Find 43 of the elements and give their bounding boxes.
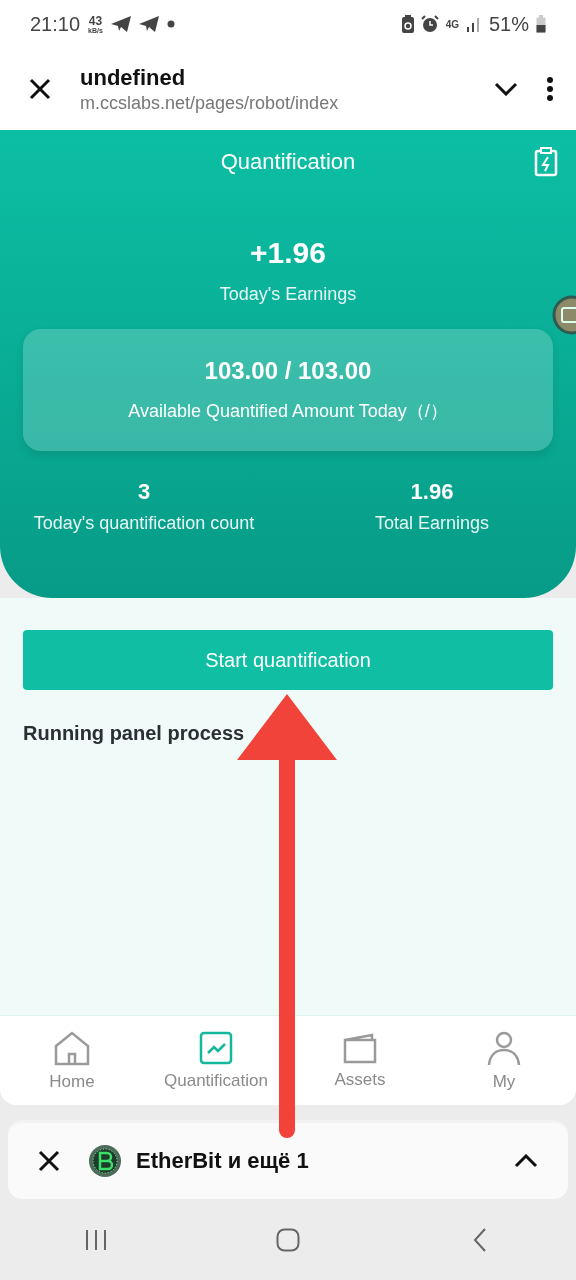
clock-time: 21:10 bbox=[30, 12, 81, 36]
section-title: Running panel process bbox=[23, 722, 246, 745]
battery-icon bbox=[536, 15, 546, 33]
start-quantification-button[interactable]: Start quantification bbox=[23, 630, 553, 690]
person-icon bbox=[486, 1029, 522, 1066]
close-icon[interactable] bbox=[28, 77, 52, 101]
stat-label: Today's quantification count bbox=[33, 513, 255, 534]
page-url: m.ccslabs.net/pages/robot/index bbox=[80, 92, 340, 114]
recycle-battery-icon bbox=[401, 15, 414, 33]
page-title: undefined bbox=[80, 64, 187, 91]
alarm-clock-icon bbox=[420, 15, 439, 33]
chevron-down-icon[interactable] bbox=[494, 82, 518, 96]
coin-logo-icon bbox=[88, 1144, 122, 1178]
earnings-value: +1.96 bbox=[249, 236, 327, 270]
nav-tab[interactable]: Quantification bbox=[164, 1016, 268, 1105]
stat-value: 3 bbox=[137, 479, 151, 505]
paper-plane-icon bbox=[110, 16, 131, 32]
notification-text: EtherBit и ещё 1 bbox=[88, 1144, 486, 1178]
home-button-icon[interactable] bbox=[276, 1227, 300, 1252]
chart-icon bbox=[199, 1030, 233, 1065]
nav-tab[interactable]: Home bbox=[49, 1016, 95, 1105]
nav-tab[interactable]: My bbox=[486, 1016, 522, 1105]
network-speed: 43 bbox=[88, 14, 103, 27]
nav-tab[interactable]: Assets bbox=[334, 1016, 386, 1105]
network-type: 4G bbox=[445, 18, 459, 30]
signal-icon bbox=[465, 16, 482, 32]
amount-value: 103.00 / 103.00 bbox=[204, 357, 372, 385]
paper-plane-icon bbox=[138, 16, 159, 32]
dot-icon bbox=[166, 20, 175, 28]
recents-icon[interactable] bbox=[84, 1228, 108, 1251]
clipboard-bolt-icon[interactable] bbox=[534, 147, 558, 177]
home-icon bbox=[53, 1029, 91, 1066]
battery-percent: 51% bbox=[488, 12, 529, 36]
amount-label: Available Quantified Amount Today（/） bbox=[128, 400, 448, 423]
chevron-up-icon[interactable] bbox=[514, 1154, 538, 1168]
back-icon[interactable] bbox=[473, 1227, 487, 1252]
more-icon[interactable] bbox=[546, 77, 554, 101]
wallet-icon bbox=[342, 1031, 378, 1064]
stat-value: 1.96 bbox=[410, 479, 454, 505]
stat-label: Total Earnings bbox=[374, 513, 490, 534]
close-icon[interactable] bbox=[38, 1150, 60, 1172]
earnings-label: Today's Earnings bbox=[218, 284, 358, 305]
screen-title: Quantification bbox=[220, 149, 356, 175]
